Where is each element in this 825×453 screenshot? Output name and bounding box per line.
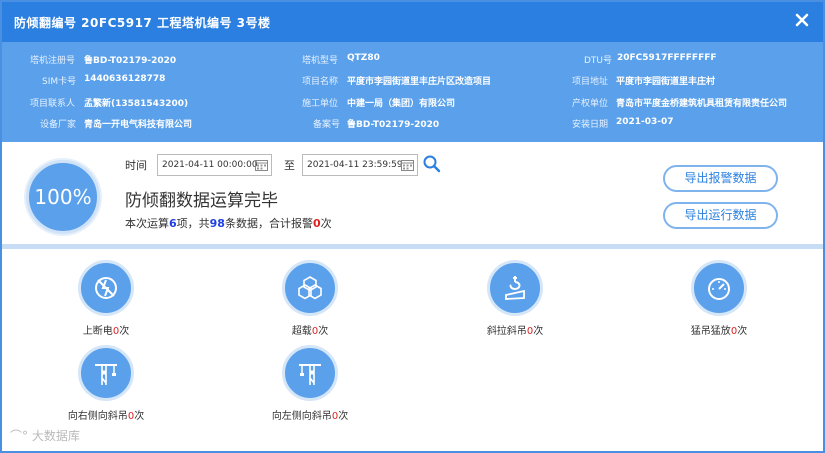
item-power-off[interactable]: 上断电0次 [36, 260, 176, 337]
sim-value: 1440636128778 [84, 74, 166, 84]
item-label: 超载0次 [291, 326, 329, 337]
summary-panel: 100% 时间 2021-04-11 00:00:00 至 2021-04-11… [2, 142, 823, 244]
export-alarm-button[interactable]: 导出报警数据 [663, 165, 778, 192]
search-icon[interactable] [422, 154, 442, 174]
gauge-icon [691, 260, 747, 316]
progress-text: 100% [34, 185, 92, 209]
item-label: 猛吊猛放0次 [690, 326, 748, 337]
address-label: 项目地址 [572, 77, 609, 87]
stat-mid2: 条数据，合计报警 [224, 217, 313, 230]
item-label: 向左侧向斜吊0次 [271, 411, 349, 422]
stat-line: 本次运算6项，共98条数据，合计报警0次 [125, 215, 332, 231]
watermark-text: 大数据库 [31, 429, 80, 443]
item-hook[interactable]: 斜拉斜吊0次 [445, 260, 585, 337]
items-count: 6 [169, 217, 177, 230]
install-value: 2021-03-07 [616, 117, 674, 127]
dtu-label: DTU号 [584, 56, 613, 66]
watermark-logo: ⌒° 大数据库 [10, 427, 80, 444]
end-time-value: 2021-04-11 23:59:59 [307, 160, 403, 170]
start-time-value: 2021-04-11 00:00:00 [162, 160, 258, 170]
model-label: 塔机型号 [302, 56, 339, 66]
item-label: 斜拉斜吊0次 [486, 326, 544, 337]
reg-value: 鲁BD-T02179-2020 [84, 56, 177, 66]
stat-prefix: 本次运算 [125, 217, 169, 230]
maker-value: 青岛一开电气科技有限公司 [84, 120, 193, 130]
crane-right-icon [78, 345, 134, 401]
calc-done-text: 防倾翻数据运算完毕 [125, 191, 278, 211]
calendar-icon[interactable] [255, 159, 268, 171]
owner-value: 青岛市平度金桥建筑机具租赁有限责任公司 [616, 99, 788, 109]
address-value: 平度市李园街道里丰庄村 [616, 77, 716, 87]
device-info-panel: 塔机注册号 鲁BD-T02179-2020 塔机型号 QTZ80 DTU号 20… [2, 42, 823, 142]
contact-label: 项目联系人 [30, 99, 76, 109]
maker-label: 设备厂家 [40, 120, 77, 130]
to-label: 至 [284, 159, 295, 172]
sim-label: SIM卡号 [42, 77, 77, 87]
hook-icon [487, 260, 543, 316]
item-label: 上断电0次 [82, 326, 130, 337]
install-label: 安装日期 [572, 120, 609, 130]
crane-left-icon [282, 345, 338, 401]
export-run-button[interactable]: 导出运行数据 [663, 202, 778, 229]
item-gauge[interactable]: 猛吊猛放0次 [649, 260, 789, 337]
builder-label: 施工单位 [302, 99, 339, 109]
record-value: 鲁BD-T02179-2020 [347, 120, 440, 130]
data-count: 98 [209, 217, 225, 230]
start-time-input[interactable]: 2021-04-11 00:00:00 [157, 154, 272, 176]
close-icon[interactable] [793, 11, 811, 29]
item-label: 向右侧向斜吊0次 [67, 411, 145, 422]
owner-label: 产权单位 [572, 99, 609, 109]
end-time-input[interactable]: 2021-04-11 23:59:59 [302, 154, 418, 176]
item-crane-right[interactable]: 向右侧向斜吊0次 [36, 345, 176, 422]
window-title: 防倾翻编号 20FC5917 工程塔机编号 3号楼 [14, 16, 271, 30]
calendar-icon[interactable] [401, 159, 414, 171]
alarm-count: 0 [312, 217, 321, 230]
title-bar: 防倾翻编号 20FC5917 工程塔机编号 3号楼 [2, 2, 823, 42]
contact-value: 孟繁新(13581543200) [84, 99, 189, 109]
project-value: 平度市李园街道里丰庄片区改造项目 [347, 77, 492, 87]
reg-label: 塔机注册号 [30, 56, 76, 66]
time-label: 时间 [125, 159, 147, 172]
progress-circle: 100% [26, 160, 100, 234]
record-label: 备案号 [313, 120, 341, 130]
builder-value: 中建一局（集团）有限公司 [347, 99, 456, 109]
divider [2, 244, 823, 249]
watermark-mark-icon: ⌒° [10, 429, 32, 443]
item-crane-left[interactable]: 向左侧向斜吊0次 [240, 345, 380, 422]
project-label: 项目名称 [302, 77, 339, 87]
dialog-window: 防倾翻编号 20FC5917 工程塔机编号 3号楼 塔机注册号 鲁BD-T021… [0, 0, 825, 453]
stat-suffix: 次 [320, 217, 332, 230]
item-overload[interactable]: 超载0次 [240, 260, 380, 337]
overload-icon [282, 260, 338, 316]
stat-mid1: 项，共 [176, 217, 210, 230]
dtu-value: 20FC5917FFFFFFFF [617, 53, 717, 63]
model-value: QTZ80 [347, 53, 380, 63]
power-off-icon [78, 260, 134, 316]
